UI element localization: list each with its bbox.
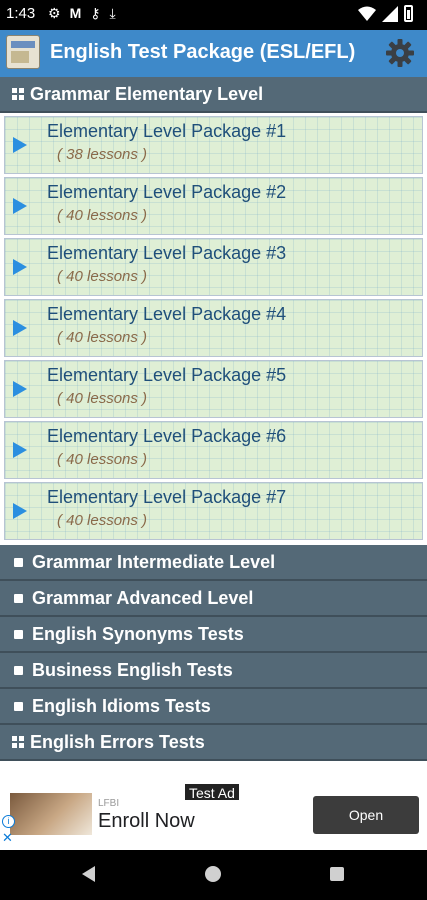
status-system-icons bbox=[358, 5, 413, 22]
battery-icon bbox=[404, 5, 413, 22]
package-name: Elementary Level Package #4 bbox=[47, 304, 287, 324]
status-notification-icons: ⚙ M ⚷ ⤓ bbox=[48, 5, 116, 22]
test-ad-badge: Test Ad bbox=[184, 783, 240, 801]
package-name: Elementary Level Package #3 bbox=[47, 243, 287, 263]
key-icon: ⚷ bbox=[90, 5, 101, 21]
package-name: Elementary Level Package #1 bbox=[47, 121, 287, 141]
section-english-synonyms[interactable]: English Synonyms Tests bbox=[0, 617, 427, 653]
section-label: English Errors Tests bbox=[30, 731, 205, 752]
package-name: Elementary Level Package #5 bbox=[47, 365, 287, 385]
app-title: English Test Package (ESL/EFL) bbox=[50, 41, 356, 63]
list-item[interactable]: Elementary Level Package #2 ( 40 lessons… bbox=[4, 177, 423, 235]
ad-image[interactable] bbox=[10, 793, 92, 835]
ad-sponsor: LFBI bbox=[98, 798, 120, 809]
status-time: 1:43 bbox=[6, 5, 36, 22]
elementary-package-list: Elementary Level Package #1 ( 38 lessons… bbox=[0, 113, 427, 545]
section-label: Grammar Intermediate Level bbox=[32, 551, 276, 572]
app-logo bbox=[6, 35, 40, 69]
section-grammar-intermediate[interactable]: Grammar Intermediate Level bbox=[0, 545, 427, 581]
section-label: Grammar Advanced Level bbox=[32, 587, 254, 608]
play-arrow-icon bbox=[13, 381, 27, 397]
list-item[interactable]: Elementary Level Package #7 ( 40 lessons… bbox=[4, 482, 423, 540]
section-english-idioms[interactable]: English Idioms Tests bbox=[0, 689, 427, 725]
grid-icon bbox=[12, 88, 24, 100]
ad-close-icon[interactable]: ✕ bbox=[2, 831, 13, 844]
wifi-icon bbox=[358, 6, 376, 21]
square-icon bbox=[14, 557, 23, 567]
grid-icon bbox=[12, 736, 24, 748]
square-icon bbox=[14, 593, 23, 603]
ad-info-icon[interactable]: i bbox=[2, 815, 15, 828]
play-arrow-icon bbox=[13, 198, 27, 214]
section-grammar-elementary[interactable]: Grammar Elementary Level bbox=[0, 77, 427, 113]
gear-icon[interactable] bbox=[385, 38, 415, 68]
section-grammar-advanced[interactable]: Grammar Advanced Level bbox=[0, 581, 427, 617]
gear-icon: ⚙ bbox=[48, 5, 61, 21]
lesson-count: ( 38 lessons ) bbox=[57, 146, 148, 163]
gmail-icon: M bbox=[69, 5, 82, 21]
package-name: Elementary Level Package #2 bbox=[47, 182, 287, 202]
section-english-errors[interactable]: English Errors Tests bbox=[0, 725, 427, 761]
section-label: English Idioms Tests bbox=[32, 695, 211, 716]
errors-list-start bbox=[0, 761, 427, 777]
lesson-count: ( 40 lessons ) bbox=[57, 512, 148, 529]
play-arrow-icon bbox=[13, 503, 27, 519]
play-arrow-icon bbox=[13, 320, 27, 336]
ad-open-button[interactable]: Open bbox=[313, 796, 419, 834]
app-bar: English Test Package (ESL/EFL) bbox=[0, 30, 427, 77]
signal-icon bbox=[382, 5, 398, 22]
list-item[interactable]: Elementary Level Package #3 ( 40 lessons… bbox=[4, 238, 423, 296]
lesson-count: ( 40 lessons ) bbox=[57, 390, 148, 407]
square-icon bbox=[14, 629, 23, 639]
download-icon: ⤓ bbox=[109, 5, 116, 21]
recent-apps-icon[interactable] bbox=[330, 867, 344, 881]
home-icon[interactable] bbox=[205, 866, 221, 882]
section-business-english[interactable]: Business English Tests bbox=[0, 653, 427, 689]
lesson-count: ( 40 lessons ) bbox=[57, 207, 148, 224]
back-icon[interactable] bbox=[82, 866, 95, 882]
play-arrow-icon bbox=[13, 259, 27, 275]
section-label: Grammar Elementary Level bbox=[30, 83, 264, 104]
lesson-count: ( 40 lessons ) bbox=[57, 329, 148, 346]
package-name: Elementary Level Package #6 bbox=[47, 426, 287, 446]
section-label: English Synonyms Tests bbox=[32, 623, 244, 644]
system-nav-bar bbox=[0, 850, 427, 900]
status-bar: 1:43 ⚙ M ⚷ ⤓ bbox=[0, 0, 427, 30]
ad-banner[interactable]: i ✕ Test Ad LFBI Enroll Now Open bbox=[0, 777, 427, 850]
list-item[interactable]: Elementary Level Package #6 ( 40 lessons… bbox=[4, 421, 423, 479]
package-name: Elementary Level Package #7 bbox=[47, 487, 287, 507]
square-icon bbox=[14, 665, 23, 675]
list-item[interactable]: Elementary Level Package #4 ( 40 lessons… bbox=[4, 299, 423, 357]
lesson-count: ( 40 lessons ) bbox=[57, 268, 148, 285]
package-list: Grammar Elementary Level Elementary Leve… bbox=[0, 77, 427, 777]
list-item[interactable]: Elementary Level Package #5 ( 40 lessons… bbox=[4, 360, 423, 418]
play-arrow-icon bbox=[13, 442, 27, 458]
lesson-count: ( 40 lessons ) bbox=[57, 451, 148, 468]
list-item[interactable]: Elementary Level Package #1 ( 38 lessons… bbox=[4, 116, 423, 174]
play-arrow-icon bbox=[13, 137, 27, 153]
square-icon bbox=[14, 701, 23, 711]
section-label: Business English Tests bbox=[32, 659, 233, 680]
ad-headline[interactable]: Enroll Now bbox=[98, 810, 195, 833]
